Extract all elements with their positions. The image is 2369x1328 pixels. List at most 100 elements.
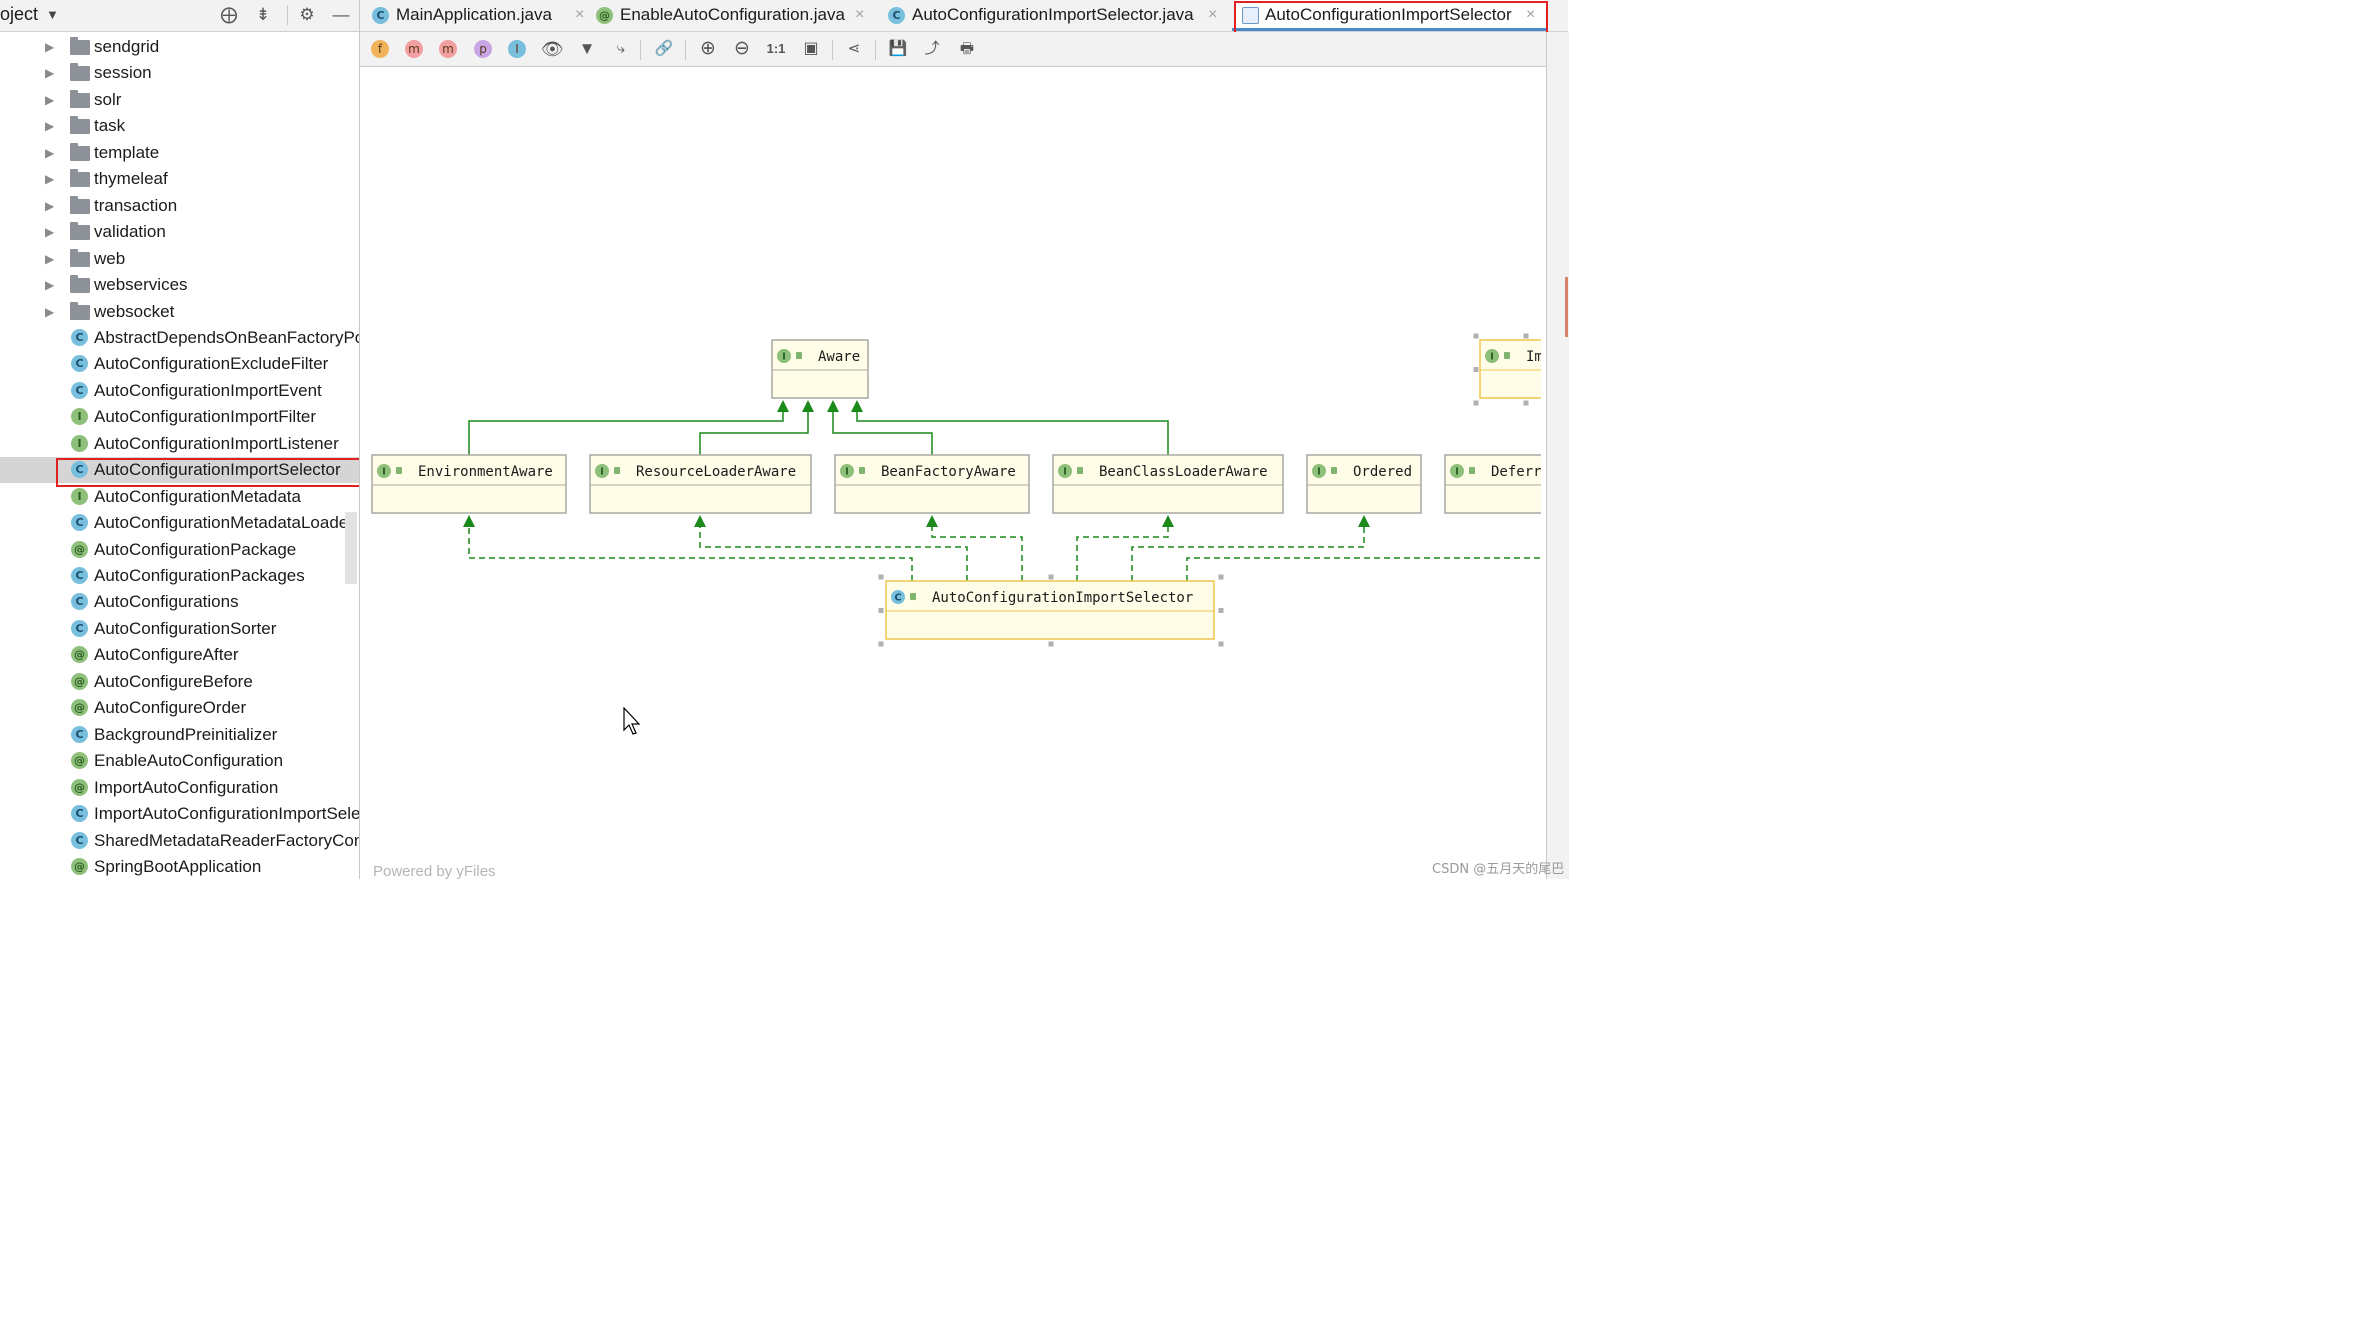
tree-item[interactable]: @ AutoConfigureOrder	[0, 695, 359, 721]
tree-item[interactable]: C AutoConfigurationImportEvent	[0, 378, 359, 404]
filter-icon[interactable]: ▼	[576, 38, 598, 60]
constructors-filter-button[interactable]: m	[405, 40, 423, 58]
tree-folder[interactable]: ▶ solr	[0, 87, 359, 113]
eye-icon[interactable]: 👁	[541, 38, 564, 60]
tree-item[interactable]: @ AutoConfigurationPackage	[0, 537, 359, 563]
tree-folder[interactable]: ▶ transaction	[0, 193, 359, 219]
chevron-down-icon[interactable]: ▼	[46, 7, 59, 22]
uml-node-res[interactable]: I ResourceLoaderAware	[589, 454, 812, 514]
resize-handle[interactable]	[1218, 608, 1224, 613]
tree-folder[interactable]: ▶ sendgrid	[0, 34, 359, 60]
resize-handle[interactable]	[1473, 333, 1479, 339]
resize-handle[interactable]	[1473, 367, 1479, 372]
properties-filter-button[interactable]: p	[474, 40, 492, 58]
uml-node-imp[interactable]: I Im	[1479, 339, 1546, 399]
tree-item[interactable]: @ AutoConfigureAfter	[0, 642, 359, 668]
tree-item[interactable]: C SharedMetadataReaderFactoryContextIniti…	[0, 828, 359, 854]
tree-folder[interactable]: ▶ thymeleaf	[0, 166, 359, 192]
project-view-title[interactable]: oject	[0, 4, 38, 25]
expand-arrow-icon[interactable]: ▶	[45, 87, 54, 113]
collapse-all-icon[interactable]: ⇟	[252, 4, 274, 26]
uml-node-aware[interactable]: I Aware	[771, 339, 869, 399]
tree-folder[interactable]: ▶ webservices	[0, 272, 359, 298]
resize-handle[interactable]	[878, 574, 884, 580]
close-icon[interactable]: ×	[855, 0, 864, 30]
expand-arrow-icon[interactable]: ▶	[45, 299, 54, 325]
tab-auto-configuration-import-selector-diagram[interactable]: AutoConfigurationImportSelector ×	[1234, 0, 1548, 31]
resize-handle[interactable]	[1048, 641, 1054, 647]
expand-arrow-icon[interactable]: ▶	[45, 166, 54, 192]
tree-folder[interactable]: ▶ websocket	[0, 299, 359, 325]
layout-icon[interactable]: ⋖	[843, 38, 865, 60]
inner-classes-filter-button[interactable]: I	[508, 40, 526, 58]
expand-arrow-icon[interactable]: ▶	[45, 193, 54, 219]
tab-auto-configuration-import-selector-java[interactable]: C AutoConfigurationImportSelector.java ×	[888, 0, 1224, 31]
resize-handle[interactable]	[1523, 400, 1529, 406]
tree-folder[interactable]: ▶ template	[0, 140, 359, 166]
resize-handle[interactable]	[1218, 574, 1224, 580]
hide-icon[interactable]: —	[330, 4, 352, 26]
uml-diagram[interactable]: I Aware I EnvironmentAware I ResourceLoaderAw…	[360, 67, 1546, 879]
tree-item[interactable]: C AutoConfigurationSorter	[0, 616, 359, 642]
resize-handle[interactable]	[878, 608, 884, 613]
uml-node-ord[interactable]: I Ordered	[1306, 454, 1422, 514]
expand-arrow-icon[interactable]: ▶	[45, 113, 54, 139]
uml-node-bcl[interactable]: I BeanClassLoaderAware	[1052, 454, 1284, 514]
zoom-in-icon[interactable]: ⊕	[697, 38, 719, 60]
uml-node-defer[interactable]: I Deferr	[1444, 454, 1546, 514]
zoom-out-icon[interactable]: ⊖	[731, 38, 753, 60]
expand-arrow-icon[interactable]: ▶	[45, 34, 54, 60]
uml-node-bf[interactable]: I BeanFactoryAware	[834, 454, 1030, 514]
tree-item[interactable]: I AutoConfigurationImportListener	[0, 431, 359, 457]
tree-item[interactable]: C ImportAutoConfigurationImportSelector	[0, 801, 359, 827]
tree-folder[interactable]: ▶ task	[0, 113, 359, 139]
tree-item[interactable]: C AutoConfigurationMetadataLoader	[0, 510, 359, 536]
tree-item[interactable]: C AutoConfigurationExcludeFilter	[0, 351, 359, 377]
tree-scrollbar[interactable]	[345, 512, 357, 584]
tree-item[interactable]: @ AutoConfigureBefore	[0, 669, 359, 695]
resize-handle[interactable]	[1048, 574, 1054, 580]
actual-size-button[interactable]: 1:1	[765, 38, 787, 60]
tab-enable-auto-configuration[interactable]: @ EnableAutoConfiguration.java ×	[596, 0, 868, 31]
tree-folder[interactable]: ▶ web	[0, 246, 359, 272]
tree-item[interactable]: I AutoConfigurationMetadata	[0, 484, 359, 510]
tree-item[interactable]: C AutoConfigurationPackages	[0, 563, 359, 589]
expand-arrow-icon[interactable]: ▶	[45, 272, 54, 298]
close-icon[interactable]: ×	[575, 0, 584, 30]
tree-item[interactable]: C AbstractDependsOnBeanFactoryPostProcess…	[0, 325, 359, 351]
tab-main-application[interactable]: C MainApplication.java ×	[372, 0, 584, 31]
link-icon[interactable]: 🔗	[653, 38, 675, 60]
methods-filter-button[interactable]: m	[439, 40, 457, 58]
tree-item[interactable]: C AutoConfigurations	[0, 589, 359, 615]
tree-item[interactable]: @ ImportAutoConfiguration	[0, 775, 359, 801]
uml-node-env[interactable]: I EnvironmentAware	[371, 454, 567, 514]
fields-filter-button[interactable]: f	[371, 40, 389, 58]
resize-handle[interactable]	[1523, 333, 1529, 339]
expand-arrow-icon[interactable]: ▶	[45, 60, 54, 86]
expand-arrow-icon[interactable]: ▶	[45, 219, 54, 245]
tree-folder[interactable]: ▶ validation	[0, 219, 359, 245]
uml-node-sel[interactable]: C AutoConfigurationImportSelector	[885, 580, 1215, 640]
tree-item[interactable]: @ SpringBootApplication	[0, 854, 359, 879]
close-icon[interactable]: ×	[1208, 0, 1217, 30]
tree-item[interactable]: @ EnableAutoConfiguration	[0, 748, 359, 774]
export-icon[interactable]: ⤴	[921, 38, 943, 60]
tree-item[interactable]: C BackgroundPreinitializer	[0, 722, 359, 748]
save-icon[interactable]: 💾	[887, 38, 909, 60]
tree-item-label: session	[94, 63, 152, 83]
resize-handle[interactable]	[878, 641, 884, 647]
gear-icon[interactable]: ⚙	[296, 4, 318, 26]
edge-routing-icon[interactable]: ⤷	[610, 38, 632, 60]
diagram-canvas[interactable]: I Aware I EnvironmentAware I ResourceLoaderAw…	[360, 67, 1546, 879]
expand-arrow-icon[interactable]: ▶	[45, 140, 54, 166]
close-icon[interactable]: ×	[1526, 0, 1535, 30]
fit-content-icon[interactable]: ▣	[800, 38, 822, 60]
tree-item[interactable]: C AutoConfigurationImportSelector	[0, 457, 359, 484]
resize-handle[interactable]	[1218, 641, 1224, 647]
resize-handle[interactable]	[1473, 400, 1479, 406]
tree-folder[interactable]: ▶ session	[0, 60, 359, 86]
locate-icon[interactable]: ⨁	[218, 4, 240, 26]
tree-item[interactable]: I AutoConfigurationImportFilter	[0, 404, 359, 430]
print-icon[interactable]: 🖶	[956, 38, 978, 60]
expand-arrow-icon[interactable]: ▶	[45, 246, 54, 272]
